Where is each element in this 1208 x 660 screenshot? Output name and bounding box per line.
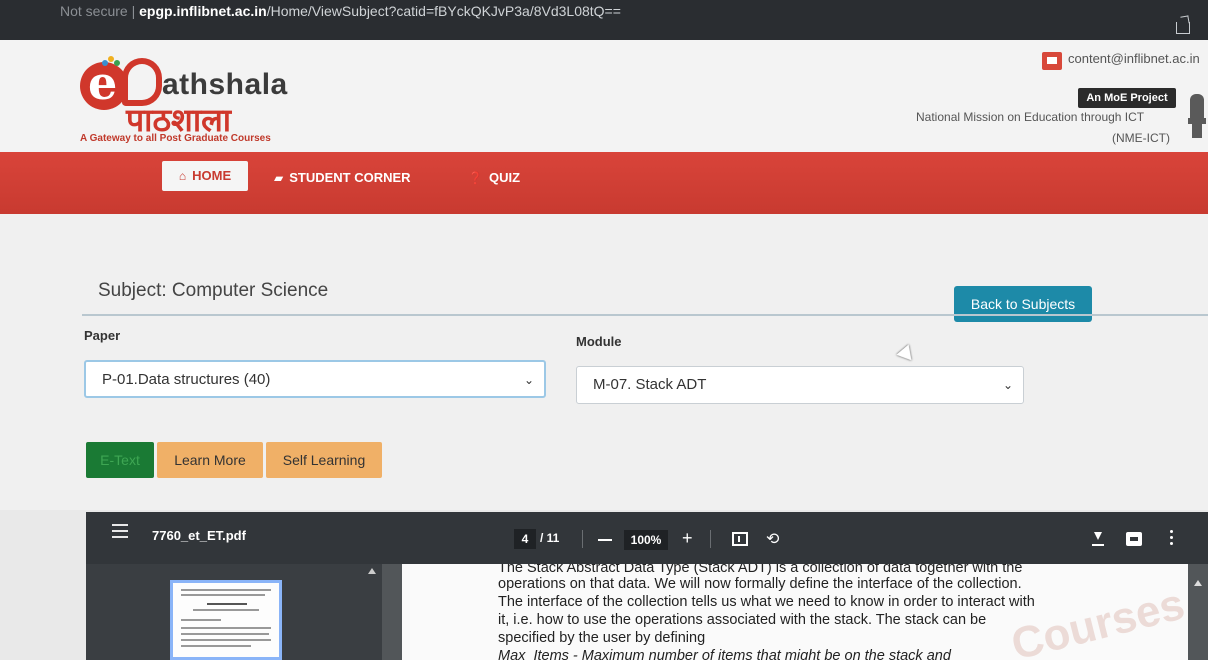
toolbar-divider [582, 530, 583, 548]
content-area: Subject: Computer Science Back to Subjec… [0, 214, 1208, 510]
logo-wordmark: athshala [162, 68, 288, 101]
site-header: athshala पाठशाला A Gateway to all Post G… [0, 40, 1208, 152]
nav-quiz-label: QUIZ [488, 170, 521, 185]
fit-page-icon[interactable] [732, 532, 748, 546]
module-select[interactable]: M-07. Stack ADT ⌄ [576, 366, 1024, 404]
paper-select-value: P-01.Data structures (40) [102, 371, 271, 388]
etext-tab[interactable]: E-Text [86, 442, 154, 478]
pdf-text-line: operations on that data. We will now for… [498, 576, 1022, 592]
url-domain: epgp.inflibnet.ac.in [139, 3, 267, 19]
page-thumbnail[interactable] [170, 580, 282, 660]
url-path: /Home/ViewSubject?catid=fBYckQKJvP3a/8Vd… [266, 3, 621, 19]
self-learning-tab[interactable]: Self Learning [266, 442, 382, 478]
nav-student-corner-label: STUDENT CORNER [289, 170, 411, 185]
url-text[interactable]: Not secure | epgp.inflibnet.ac.in/Home/V… [60, 3, 621, 19]
paper-select[interactable]: P-01.Data structures (40) ⌄ [84, 360, 546, 398]
pdf-page-total: / 11 [540, 531, 560, 545]
download-icon[interactable] [1092, 532, 1104, 546]
mission-text: National Mission on Education through IC… [916, 110, 1145, 124]
contact-email[interactable]: content@inflibnet.ac.in [1068, 51, 1200, 66]
more-options-icon[interactable] [1170, 530, 1174, 546]
mail-icon [1042, 52, 1062, 70]
nav-quiz[interactable]: ❓ QUIZ [468, 170, 520, 185]
zoom-out-icon[interactable] [598, 539, 612, 541]
pdf-page-input[interactable]: 4 [514, 529, 536, 549]
scroll-up-arrow-icon[interactable] [368, 568, 376, 574]
graduation-cap-icon: ▰ [274, 171, 284, 185]
chevron-down-icon: ⌄ [1002, 378, 1013, 392]
logo-dots-icon [102, 56, 122, 70]
paper-label: Paper [84, 328, 121, 343]
toolbar-divider [710, 530, 711, 548]
pdf-zoom-input[interactable]: 100% [624, 530, 668, 550]
not-secure-label: Not secure | [60, 3, 136, 19]
pdf-text-line: specified by the user by defining [498, 630, 706, 646]
print-icon[interactable] [1126, 532, 1142, 546]
moe-badge: An MoE Project [1078, 88, 1176, 108]
browser-address-bar: Not secure | epgp.inflibnet.ac.in/Home/V… [0, 0, 1208, 40]
title-divider [82, 314, 1208, 316]
nav-student-corner[interactable]: ▰ STUDENT CORNER [274, 170, 411, 185]
pdf-text-line: it, i.e. how to use the operations assoc… [498, 612, 987, 628]
chevron-down-icon: ⌄ [523, 373, 534, 387]
pdf-filename: 7760_et_ET.pdf [152, 528, 246, 543]
pdf-toolbar: 7760_et_ET.pdf 4 / 11 100% + ⟲ [86, 512, 1208, 564]
learn-more-tab[interactable]: Learn More [157, 442, 263, 478]
pdf-gutter [382, 564, 402, 660]
zoom-in-icon[interactable]: + [682, 528, 693, 548]
page-title: Subject: Computer Science [98, 280, 329, 301]
national-emblem-icon [1184, 84, 1208, 148]
mission-abbrev: (NME-ICT) [1112, 131, 1170, 145]
rotate-icon[interactable]: ⟲ [766, 529, 779, 549]
home-icon: ⌂ [178, 169, 187, 183]
pdf-scrollbar[interactable] [1188, 564, 1208, 660]
menu-icon[interactable] [112, 524, 128, 538]
nav-home[interactable]: ⌂ HOME [162, 161, 248, 191]
share-icon[interactable] [1176, 22, 1190, 34]
back-to-subjects-button[interactable]: Back to Subjects [954, 286, 1092, 322]
pdf-text-line: Max_Items - Maximum number of items that… [498, 648, 951, 660]
pdf-text-line: The interface of the collection tells us… [498, 594, 1035, 610]
nav-home-label: HOME [192, 168, 232, 183]
logo-tagline: A Gateway to all Post Graduate Courses [80, 133, 271, 144]
module-label: Module [576, 334, 622, 349]
pdf-text-line: The Stack Abstract Data Type (Stack ADT)… [498, 564, 1023, 576]
pdf-thumbnail-sidebar [86, 564, 382, 660]
module-select-value: M-07. Stack ADT [593, 376, 707, 393]
main-nav: ⌂ HOME ▰ STUDENT CORNER ❓ QUIZ [0, 152, 1208, 214]
question-circle-icon: ❓ [468, 171, 483, 185]
